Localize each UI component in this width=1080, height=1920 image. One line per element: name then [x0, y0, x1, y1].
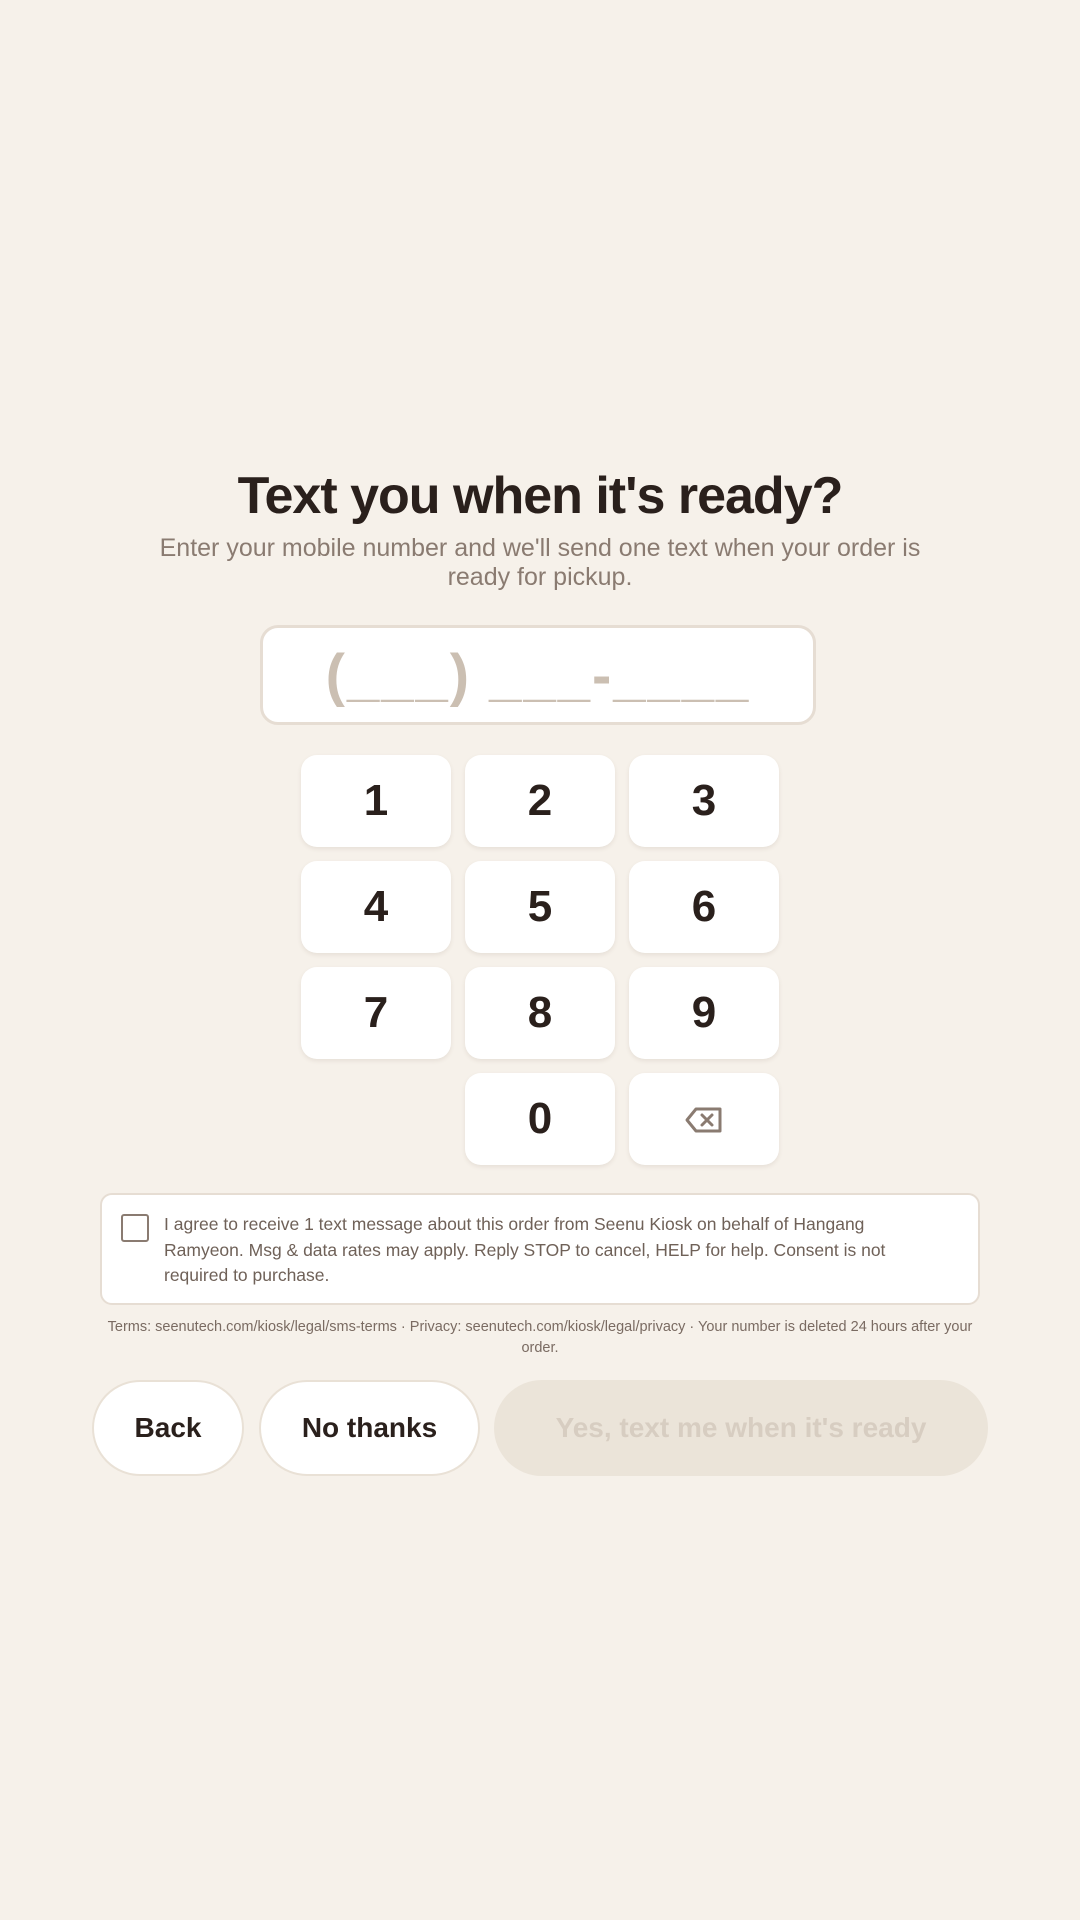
- phone-number-field[interactable]: (___) ___-____: [260, 625, 816, 725]
- key-6[interactable]: 6: [629, 861, 779, 953]
- key-8[interactable]: 8: [465, 967, 615, 1059]
- page-title: Text you when it's ready?: [237, 467, 844, 525]
- consent-checkbox[interactable]: [121, 1214, 149, 1242]
- key-7[interactable]: 7: [301, 967, 451, 1059]
- confirm-text-me-button[interactable]: Yes, text me when it's ready: [494, 1380, 988, 1476]
- key-9[interactable]: 9: [629, 967, 779, 1059]
- key-3[interactable]: 3: [629, 755, 779, 847]
- key-0[interactable]: 0: [465, 1073, 615, 1165]
- no-thanks-button[interactable]: No thanks: [259, 1380, 480, 1476]
- sms-consent-box: I agree to receive 1 text message about …: [100, 1193, 980, 1305]
- phone-number-mask: (___) ___-____: [325, 642, 751, 708]
- sms-opt-in-screen: Text you when it's ready? Enter your mob…: [0, 0, 1080, 1920]
- key-1[interactable]: 1: [301, 755, 451, 847]
- key-5[interactable]: 5: [465, 861, 615, 953]
- backspace-icon: [685, 1094, 723, 1144]
- page-subtitle: Enter your mobile number and we'll send …: [159, 534, 921, 591]
- back-button[interactable]: Back: [92, 1380, 244, 1476]
- terms-privacy-notice: Terms: seenutech.com/kiosk/legal/sms-ter…: [107, 1319, 973, 1356]
- backspace-key[interactable]: [629, 1073, 779, 1165]
- key-2[interactable]: 2: [465, 755, 615, 847]
- consent-text: I agree to receive 1 text message about …: [164, 1214, 886, 1285]
- numeric-keypad: 1 2 3 4 5 6 7 8 9 0: [301, 755, 779, 1165]
- key-4[interactable]: 4: [301, 861, 451, 953]
